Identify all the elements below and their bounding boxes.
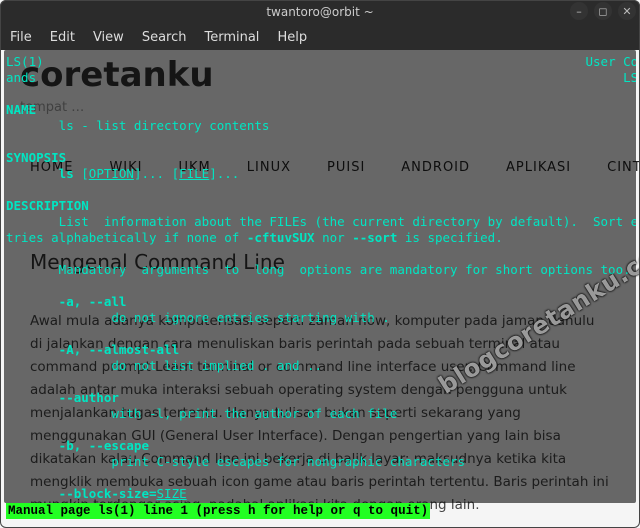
maximize-icon[interactable]: ◻: [594, 2, 612, 20]
menu-terminal[interactable]: Terminal: [204, 30, 259, 45]
man-opt-block: --block-size=: [6, 486, 157, 501]
menu-search[interactable]: Search: [142, 30, 187, 45]
man-opt-b: -b, --escape: [6, 438, 149, 453]
man-desc-p1b: tries alphabetically if none of: [6, 230, 247, 245]
close-icon[interactable]: ✕: [618, 2, 636, 20]
menu-file[interactable]: File: [10, 30, 32, 45]
menubar: File Edit View Search Terminal Help: [0, 24, 640, 50]
man-name-line: ls - list directory contents: [6, 118, 269, 133]
man-opt-b-desc: print C-style escapes for nongraphic cha…: [6, 454, 465, 469]
man-name-heading: NAME: [6, 102, 36, 117]
terminal-output[interactable]: LS(1) User Comm ands LS(1) NAME ls - lis…: [4, 50, 636, 503]
man-synopsis-file: FILE: [179, 166, 209, 181]
man-opt-a: -a, --all: [6, 294, 126, 309]
man-desc-nor: nor: [315, 230, 353, 245]
man-synopsis-option: OPTION: [89, 166, 134, 181]
man-opt-author: --author: [6, 390, 119, 405]
man-opt-A: -A, --almost-all: [6, 342, 179, 357]
man-description-heading: DESCRIPTION: [6, 198, 89, 213]
man-synopsis-cmd: ls: [6, 166, 74, 181]
man-desc-p2: Mandatory arguments to long options are …: [6, 262, 631, 277]
menu-edit[interactable]: Edit: [50, 30, 75, 45]
man-opt-a-desc: do not ignore entries starting with .: [6, 310, 390, 325]
menu-help[interactable]: Help: [277, 30, 307, 45]
man-desc-spec: is specified.: [397, 230, 502, 245]
man-desc-flags: -cftuvSUX: [247, 230, 315, 245]
man-opt-A-desc: do not list implied . and ..: [6, 358, 322, 373]
man-header-right2: LS(1): [623, 70, 636, 85]
man-opt-block-size: SIZE: [157, 486, 187, 501]
man-header-sub: ands: [6, 70, 36, 85]
menu-view[interactable]: View: [93, 30, 124, 45]
man-header-right: User Comm: [586, 54, 637, 69]
man-status-bar: Manual page ls(1) line 1 (press h for he…: [6, 503, 430, 519]
man-header-left: LS(1): [6, 54, 44, 69]
man-desc-sort: --sort: [352, 230, 397, 245]
man-desc-p1a: List information about the FILEs (the cu…: [6, 214, 636, 229]
man-opt-author-desc: with -l, print the author of each file: [6, 406, 397, 421]
man-synopsis-heading: SYNOPSIS: [6, 150, 66, 165]
window-title: twantoro@orbit ~: [266, 5, 373, 19]
minimize-icon[interactable]: –: [570, 2, 588, 20]
window-titlebar: twantoro@orbit ~ – ◻ ✕: [0, 0, 640, 24]
